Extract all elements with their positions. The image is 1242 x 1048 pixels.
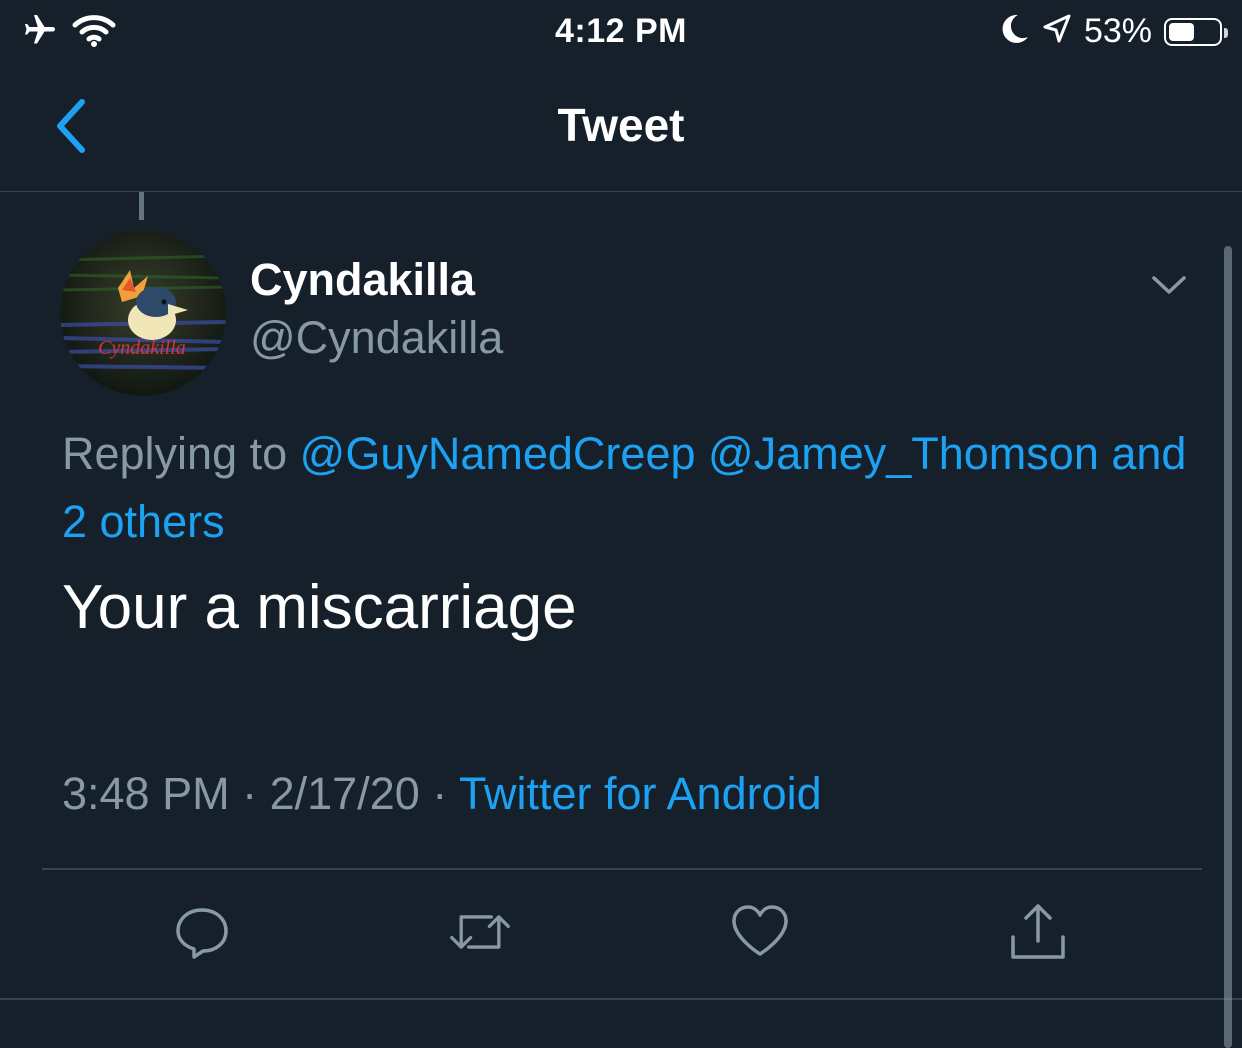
battery-cap bbox=[1224, 27, 1228, 38]
tweet-meta: 3:48 PM · 2/17/20 · Twitter for Android bbox=[62, 768, 822, 820]
tweet-actions bbox=[0, 900, 1242, 970]
chevron-down-icon bbox=[1152, 276, 1186, 294]
tweet-text: Your a miscarriage bbox=[62, 573, 577, 642]
status-right: 53% bbox=[1000, 12, 1228, 51]
tweet-options-button[interactable] bbox=[1150, 270, 1188, 300]
tweet-time: 3:48 PM bbox=[62, 768, 230, 819]
like-button[interactable] bbox=[728, 900, 792, 964]
tweet-date: 2/17/20 bbox=[269, 768, 420, 819]
battery-percent: 53% bbox=[1083, 12, 1152, 50]
scrollbar[interactable] bbox=[1224, 246, 1232, 1048]
avatar-image: Cyndakilla bbox=[60, 230, 226, 396]
avatar[interactable]: Cyndakilla bbox=[60, 230, 226, 396]
tweet-source-link[interactable]: Twitter for Android bbox=[459, 768, 822, 819]
battery-fill bbox=[1169, 22, 1194, 41]
meta-separator: · bbox=[242, 768, 258, 819]
replying-to: Replying to @GuyNamedCreep @Jamey_Thomso… bbox=[62, 420, 1202, 556]
share-icon bbox=[1011, 904, 1065, 959]
thread-connector-line bbox=[139, 192, 144, 220]
retweet-button[interactable] bbox=[448, 900, 512, 964]
user-handle: @Cyndakilla bbox=[250, 312, 504, 363]
meta-separator: · bbox=[432, 768, 448, 819]
divider bbox=[0, 998, 1242, 1000]
divider bbox=[42, 868, 1202, 870]
location-arrow-icon bbox=[1042, 13, 1072, 50]
svg-text:Cyndakilla: Cyndakilla bbox=[98, 337, 186, 359]
moon-icon bbox=[1000, 13, 1030, 50]
tweet-detail-screen: 4:12 PM 53% Tweet Cyndakilla Cyndakilla … bbox=[0, 0, 1242, 1048]
reply-icon bbox=[176, 908, 228, 959]
nav-bar: Tweet bbox=[0, 66, 1242, 192]
page-title: Tweet bbox=[557, 99, 685, 151]
mention-link[interactable]: @GuyNamedCreep bbox=[300, 428, 696, 479]
battery-icon bbox=[1164, 17, 1228, 46]
reply-button[interactable] bbox=[170, 900, 234, 964]
replying-prefix: Replying to bbox=[62, 428, 288, 479]
share-button[interactable] bbox=[1006, 900, 1070, 964]
display-name[interactable]: Cyndakilla bbox=[250, 254, 475, 306]
status-bar: 4:12 PM 53% bbox=[0, 0, 1242, 66]
retweet-icon bbox=[450, 915, 510, 949]
mention-link[interactable]: @Jamey_Thomson bbox=[708, 428, 1099, 479]
like-icon bbox=[732, 905, 788, 956]
